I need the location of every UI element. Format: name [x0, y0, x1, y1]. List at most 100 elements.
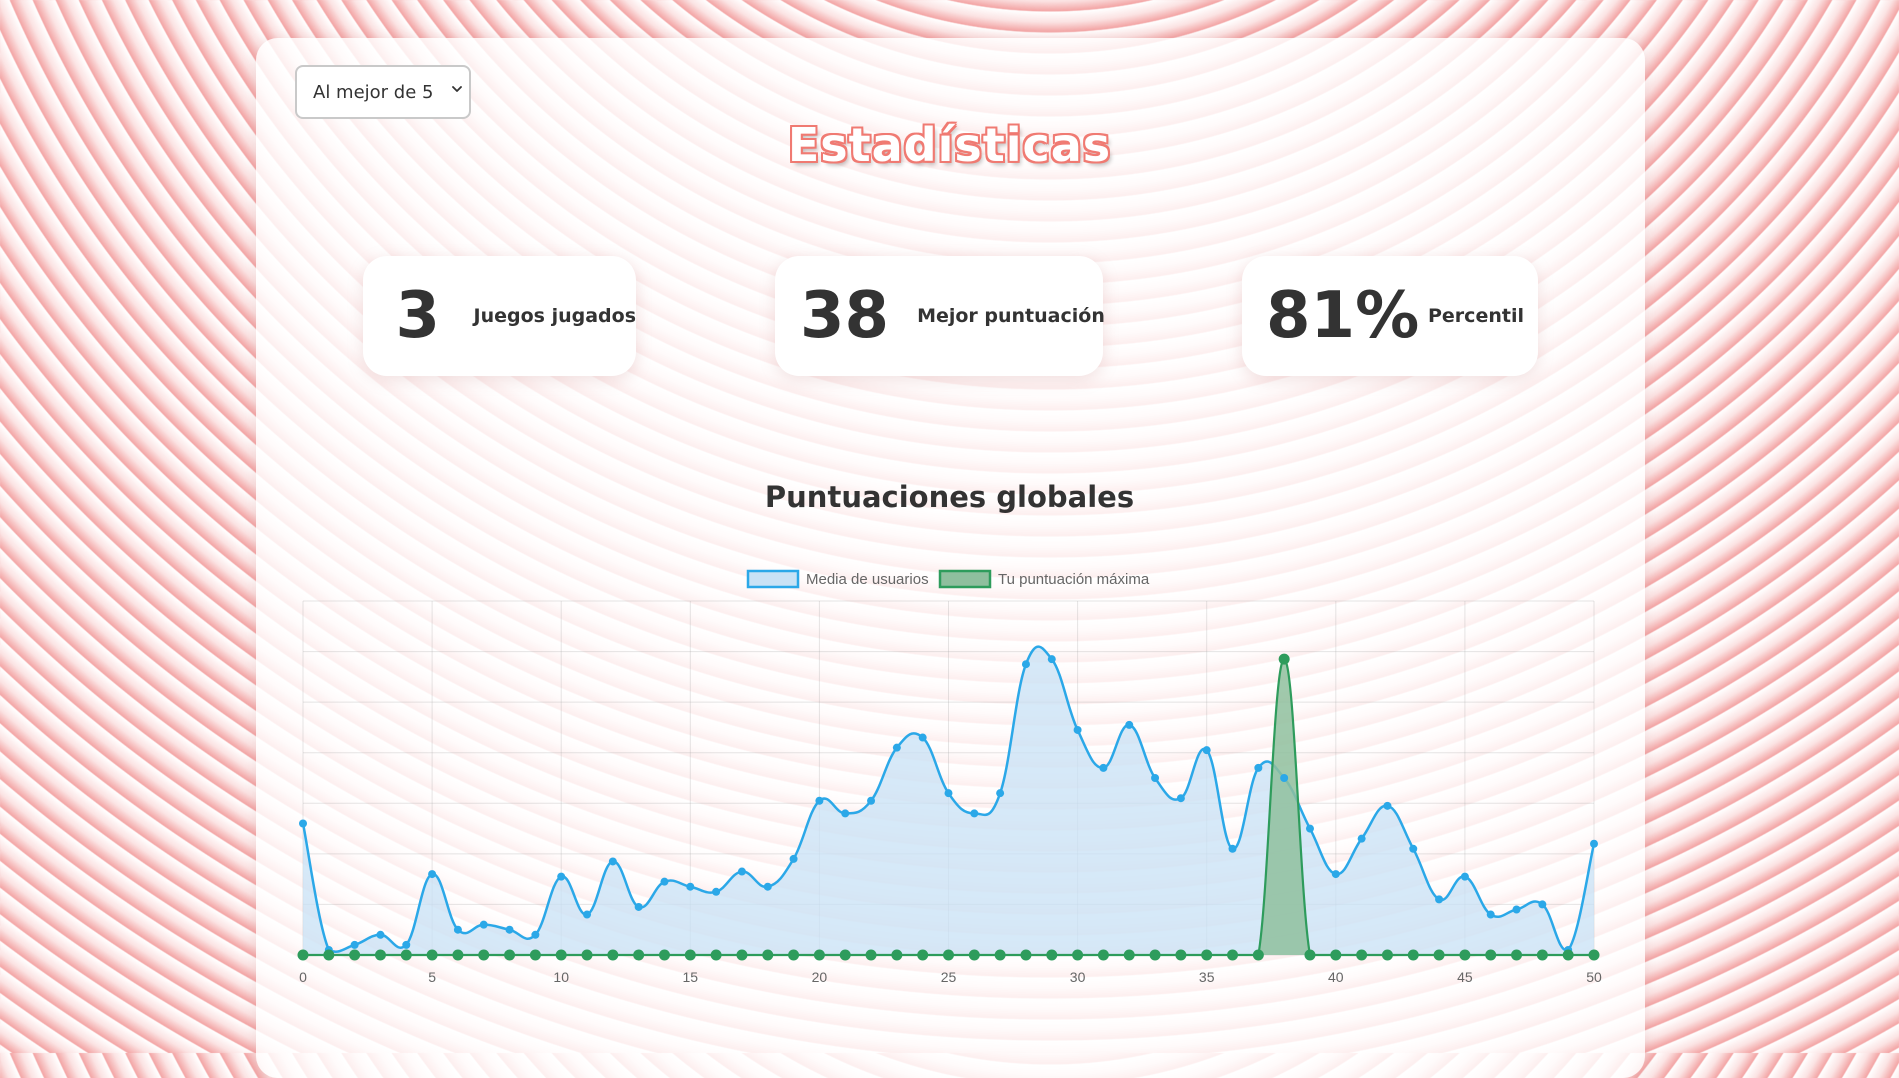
x-tick-label: 15 — [683, 969, 699, 985]
data-point-best — [1097, 949, 1109, 961]
data-point-media — [1073, 725, 1082, 734]
data-point-best — [1381, 949, 1393, 961]
x-tick-label: 5 — [428, 969, 436, 985]
data-point-media — [402, 940, 411, 949]
data-point-best — [555, 949, 567, 961]
data-point-best — [504, 949, 516, 961]
x-tick-label: 40 — [1328, 969, 1344, 985]
data-point-best — [891, 949, 903, 961]
legend-swatch-media — [746, 569, 800, 589]
data-point-media — [944, 789, 953, 798]
data-point-best — [1536, 949, 1548, 961]
data-point-media — [634, 902, 643, 911]
data-point-media — [531, 930, 540, 939]
data-point-media — [841, 809, 850, 818]
data-point-media — [1125, 720, 1134, 729]
data-point-media — [1151, 774, 1160, 782]
data-point-best — [1588, 949, 1600, 961]
x-tick-label: 20 — [812, 969, 828, 985]
data-point-best — [658, 949, 670, 961]
data-point-best — [943, 949, 954, 961]
data-point-media — [1357, 834, 1366, 843]
x-tick-label: 30 — [1070, 969, 1086, 985]
data-point-best — [1046, 949, 1058, 961]
data-point-media — [1409, 844, 1418, 853]
data-point-best — [478, 949, 490, 961]
legend-label-media: Media de usuarios — [806, 571, 929, 588]
data-point-best — [452, 949, 464, 961]
data-point-best — [917, 949, 929, 961]
data-point-best — [813, 949, 825, 961]
data-point-media — [686, 882, 695, 891]
data-point-best — [1330, 949, 1342, 961]
data-point-media — [428, 870, 437, 879]
data-point-best — [297, 949, 309, 961]
data-point-media — [1047, 655, 1056, 664]
data-point-best — [1407, 949, 1419, 961]
data-point-best — [633, 949, 645, 961]
x-tick-label: 45 — [1457, 969, 1473, 985]
global-scores-chart: 0 5 10 15 20 25 30 35 40 45 50 Media de usuarios Tu … — [297, 569, 1602, 985]
x-tick-label: 35 — [1199, 969, 1215, 985]
data-point-media — [1254, 763, 1263, 772]
data-point-media — [505, 925, 514, 934]
data-point-best — [710, 949, 722, 961]
data-point-media — [815, 796, 824, 805]
data-point-media — [1305, 824, 1314, 833]
data-point-media — [376, 930, 385, 939]
data-point-media — [1486, 910, 1495, 919]
data-point-media — [712, 887, 721, 896]
data-point-media — [557, 872, 566, 881]
data-point-best — [1252, 949, 1264, 961]
data-point-best — [1149, 949, 1161, 961]
data-point-media — [453, 925, 462, 934]
data-point-best — [1562, 949, 1574, 961]
data-point-media — [763, 882, 772, 891]
data-point-media — [789, 854, 798, 863]
data-point-best — [788, 949, 800, 961]
data-point-best — [529, 949, 541, 961]
data-point-media — [583, 910, 592, 919]
data-point-best — [736, 949, 748, 961]
data-point-media — [867, 796, 876, 805]
data-point-media — [608, 857, 617, 866]
data-point-best — [1227, 949, 1239, 961]
data-point-media — [918, 733, 927, 742]
x-tick-label: 10 — [553, 969, 569, 985]
data-point-media — [479, 920, 488, 929]
data-point-media — [1176, 794, 1185, 803]
data-point-media — [1228, 844, 1237, 853]
data-point-media — [970, 809, 979, 818]
legend-swatch-best — [938, 569, 992, 589]
data-point-media — [299, 819, 307, 828]
data-point-media — [1280, 774, 1289, 782]
data-point-best — [1201, 949, 1213, 961]
data-point-media — [1512, 905, 1521, 914]
x-tick-label: 25 — [941, 969, 957, 985]
data-point-best — [1459, 949, 1471, 961]
data-point-media — [996, 789, 1005, 798]
data-point-media — [1021, 660, 1030, 669]
data-point-media — [660, 877, 669, 886]
data-point-best — [839, 949, 851, 961]
data-point-best — [994, 949, 1006, 961]
data-point-media — [1383, 801, 1392, 810]
data-point-best — [1511, 949, 1523, 961]
data-point-media — [1331, 870, 1340, 879]
data-point-media — [350, 940, 359, 949]
data-point-best — [323, 949, 335, 961]
data-point-media — [892, 743, 901, 752]
data-point-best — [865, 949, 877, 961]
data-point-best — [1485, 949, 1497, 961]
data-point-best — [1278, 653, 1290, 665]
data-point-best — [581, 949, 593, 961]
data-point-media — [737, 867, 746, 876]
data-point-best — [426, 949, 438, 961]
data-point-best — [762, 949, 774, 961]
data-point-best — [968, 949, 980, 961]
data-point-best — [684, 949, 696, 961]
data-point-media — [1099, 763, 1108, 772]
data-point-best — [374, 949, 386, 961]
data-point-media — [1460, 872, 1469, 881]
data-point-best — [400, 949, 412, 961]
